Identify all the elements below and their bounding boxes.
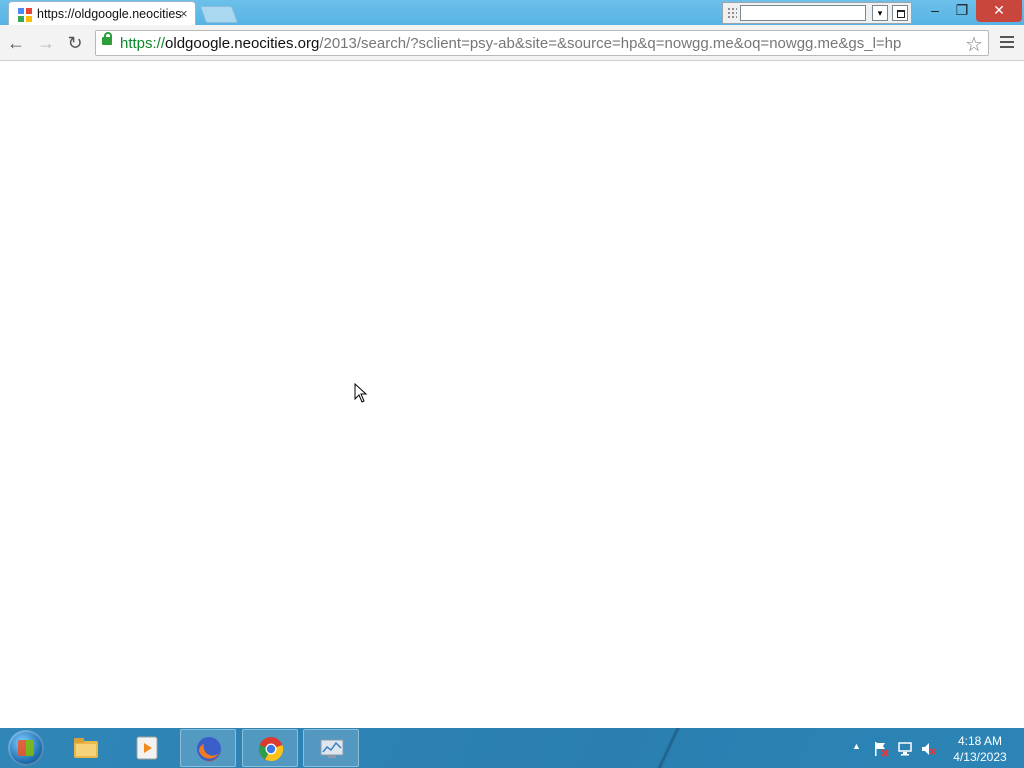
chrome-menu-button[interactable] [998, 34, 1016, 52]
page-viewport[interactable] [0, 61, 1024, 728]
start-button[interactable] [8, 730, 44, 766]
ime-dropdown-button[interactable]: ▾ [872, 5, 888, 21]
taskbar [0, 728, 1024, 768]
url-host: oldgoogle.neocities.org [165, 35, 320, 52]
url-text[interactable]: https://oldgoogle.neocities.org/2013/sea… [120, 35, 962, 52]
ime-restore-button[interactable] [892, 5, 908, 21]
folder-icon [74, 738, 98, 758]
taskbar-file-explorer[interactable] [58, 729, 114, 767]
url-path: /2013/search/?sclient=psy-ab&site=&sourc… [319, 35, 902, 52]
volume-muted-icon[interactable] [920, 741, 936, 757]
show-hidden-icons-button[interactable]: ▲ [852, 741, 861, 751]
taskbar-chrome[interactable] [242, 729, 298, 767]
google-favicon-icon [18, 8, 32, 22]
grip-icon[interactable] [727, 7, 737, 19]
browser-tab[interactable]: https://oldgoogle.neocities.org/2013/sea… [8, 1, 196, 26]
title-bar: https://oldgoogle.neocities.org/2013/sea… [0, 0, 1024, 26]
reload-button[interactable]: ↻ [63, 31, 87, 55]
tab-close-icon[interactable]: × [180, 6, 188, 21]
taskbar-media-player[interactable] [119, 729, 175, 767]
hamburger-line [1000, 36, 1014, 38]
lock-icon[interactable] [102, 32, 112, 45]
hamburger-line [1000, 41, 1014, 43]
chrome-icon [258, 737, 284, 762]
hamburger-line [1000, 46, 1014, 48]
taskbar-network-monitor[interactable] [303, 729, 359, 767]
taskbar-firefox[interactable] [180, 729, 236, 767]
new-tab-button[interactable] [199, 6, 239, 23]
mouse-cursor-icon [354, 383, 368, 403]
clock-time: 4:18 AM [957, 734, 1003, 748]
monitor-icon [320, 739, 344, 758]
back-button[interactable]: ← [4, 31, 28, 55]
close-button[interactable]: ✕ [976, 0, 1022, 22]
ime-language-bar: ▾ [722, 2, 912, 24]
system-clock[interactable]: 4:18 AM 4/13/2023 [944, 733, 1016, 765]
media-player-icon [136, 736, 158, 760]
restore-button[interactable]: ❐ [948, 0, 976, 22]
firefox-icon [197, 737, 221, 762]
address-bar[interactable]: https://oldgoogle.neocities.org/2013/sea… [95, 30, 989, 56]
forward-button[interactable]: → [34, 31, 58, 55]
tab-title: https://oldgoogle.neocities.org/2013/sea… [37, 7, 183, 21]
url-scheme: https:// [120, 35, 166, 52]
network-icon[interactable] [897, 741, 913, 757]
browser-toolbar: ← → ↻ https://oldgoogle.neocities.org/20… [0, 25, 1024, 61]
action-center-flag-icon[interactable] [873, 741, 889, 757]
minimize-button[interactable]: – [921, 0, 949, 22]
bookmark-star-icon[interactable]: ☆ [965, 32, 983, 57]
clock-date: 4/13/2023 [953, 750, 1007, 764]
ime-input-field[interactable] [740, 5, 866, 21]
